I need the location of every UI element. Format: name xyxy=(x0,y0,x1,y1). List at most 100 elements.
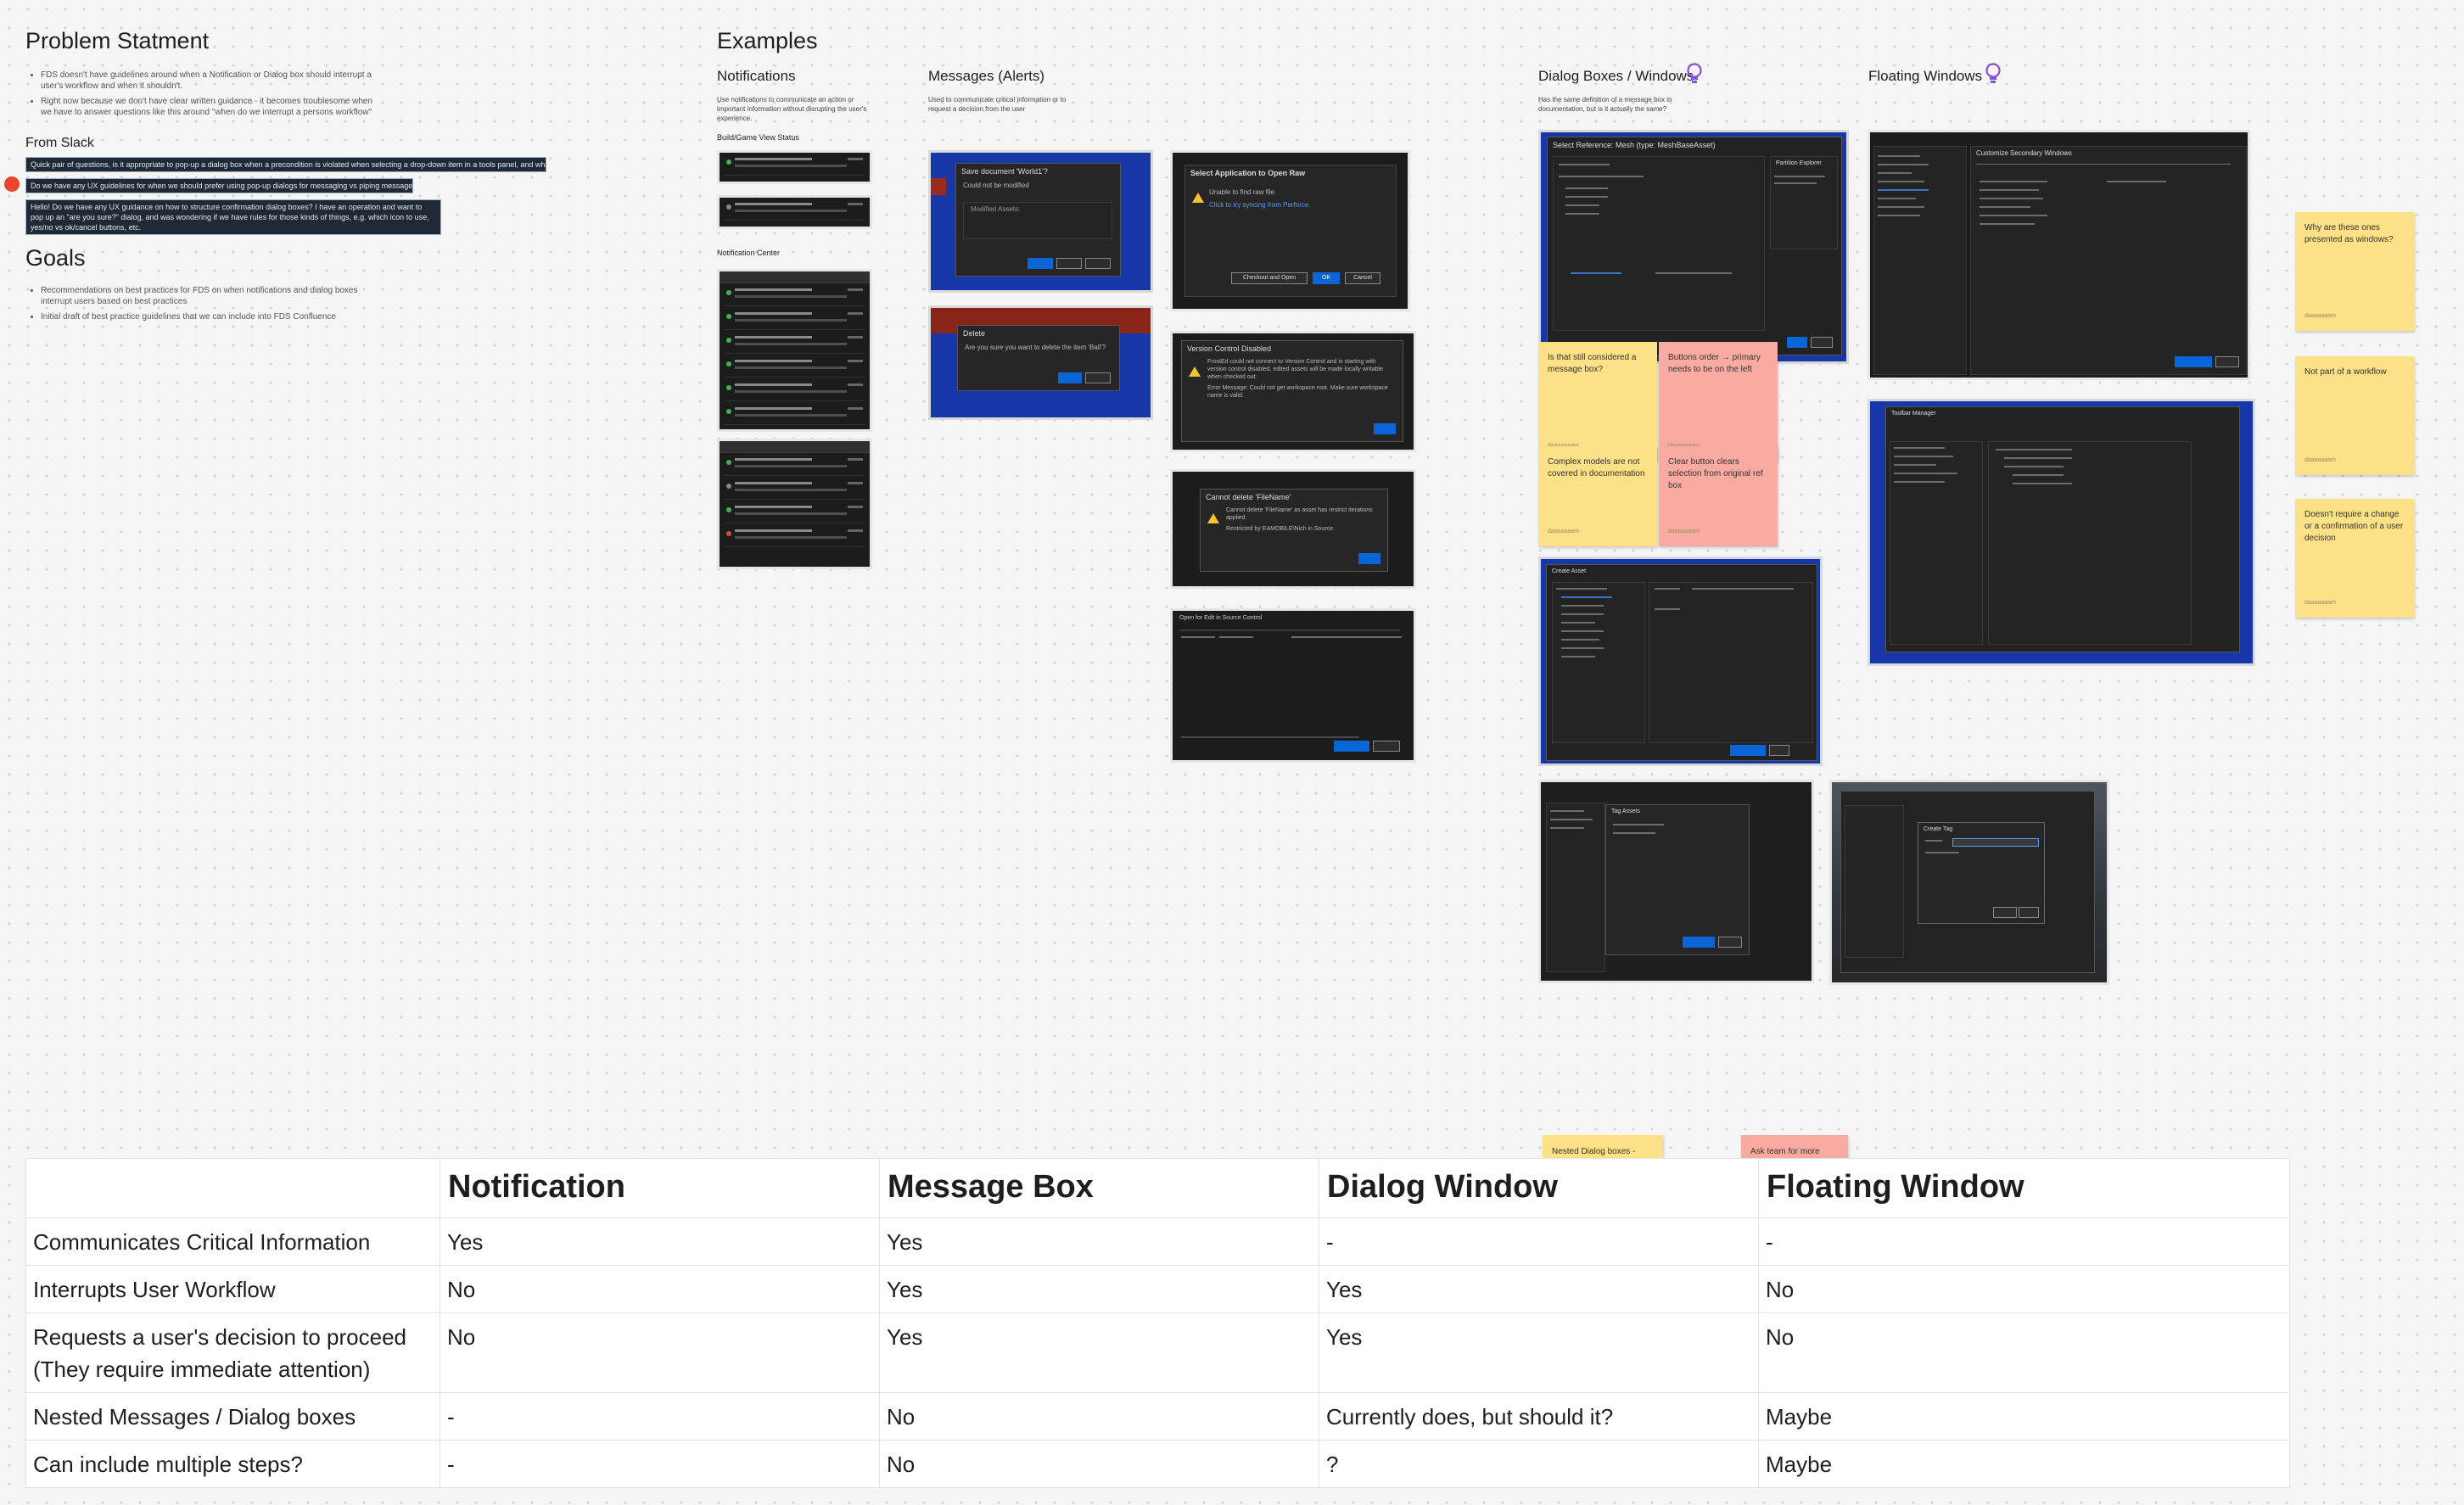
sticky-author: daaaaaaam xyxy=(2304,457,2336,463)
cancel-button[interactable] xyxy=(1769,745,1789,756)
tag-assets-screenshot: Tag Assets xyxy=(1538,780,1814,983)
dialog-title: Save document 'World1'? xyxy=(961,167,1048,176)
cancel-button[interactable] xyxy=(1085,372,1111,383)
ok-button[interactable] xyxy=(1358,553,1380,564)
slack-message[interactable]: Do we have any UX guidelines for when we… xyxy=(25,178,413,193)
dialog-error: Error Message: Could not get workspace r… xyxy=(1207,385,1388,399)
table-header: Notification xyxy=(440,1158,880,1218)
table-cell: Yes xyxy=(1319,1312,1759,1393)
create-tag-button[interactable] xyxy=(1993,907,2017,918)
dialog-title: Select Application to Open Raw xyxy=(1190,169,1306,177)
dialog-body: Are you sure you want to delete the item… xyxy=(965,344,1106,351)
floating-title: Floating Windows xyxy=(1868,68,1983,84)
build-status-screenshot xyxy=(717,150,872,184)
cancel-button[interactable] xyxy=(1085,258,1111,269)
lightbulb-icon xyxy=(1984,63,2002,85)
warning-icon xyxy=(1192,193,1204,203)
cancel-button[interactable] xyxy=(1718,937,1742,948)
cancel-button[interactable] xyxy=(1373,741,1400,752)
sync-perforce-link[interactable]: Click to try syncing from Perforce. xyxy=(1185,199,1396,211)
table-cell: - xyxy=(440,1440,880,1488)
window-title: Customize Secondary Windows xyxy=(1976,149,2072,157)
sticky-author: daaaaaaam xyxy=(1548,529,1579,534)
table-cell: Yes xyxy=(879,1265,1319,1313)
partition-explorer-label: Partition Explorer xyxy=(1776,160,1822,166)
sticky-note[interactable]: Not part of a workflow daaaaaaam xyxy=(2295,356,2414,475)
table-cell: Currently does, but should it? xyxy=(1319,1392,1759,1441)
table-cell: No xyxy=(440,1265,880,1313)
table-cell: Communicates Critical Information xyxy=(25,1217,440,1266)
table-cell: - xyxy=(440,1392,880,1441)
messages-desc: Used to communicate critical information… xyxy=(928,96,1067,113)
toolbar-manager-screenshot: Toolbar Manager xyxy=(1868,399,2255,666)
save-button[interactable] xyxy=(1028,258,1053,269)
ok-button[interactable] xyxy=(1787,337,1807,348)
sticky-text: Doesn't require a change or a confirmati… xyxy=(2304,510,2404,543)
sticky-note[interactable]: Complex models are not covered in docume… xyxy=(1538,446,1657,546)
sticky-note[interactable]: Why are these ones presented as windows?… xyxy=(2295,212,2414,331)
problem-bullet: FDS doesn't have guidelines around when … xyxy=(41,70,380,92)
table-header-row: Notification Message Box Dialog Window F… xyxy=(25,1158,2290,1218)
create-button[interactable] xyxy=(1730,745,1766,756)
notifications-title: Notifications xyxy=(717,68,796,84)
dialog-restricted: Restricted by EAMOBILE\Nich in Source. xyxy=(1226,526,1335,532)
problem-title: Problem Statment xyxy=(25,28,210,53)
ok-button[interactable]: OK xyxy=(1313,272,1340,284)
cancel-button[interactable]: Cancel xyxy=(1345,272,1380,284)
window-title: Toolbar Manager xyxy=(1891,411,1936,417)
problem-bullet: Right now because we don't have clear wr… xyxy=(41,96,380,118)
table-header: Dialog Window xyxy=(1319,1158,1759,1218)
discard-button[interactable] xyxy=(1056,258,1082,269)
sticky-text: Is that still considered a message box? xyxy=(1548,353,1637,374)
cancel-button[interactable] xyxy=(2019,907,2039,918)
checkout-open-button[interactable]: Checkout and Open xyxy=(1231,272,1308,284)
table-cell: - xyxy=(1319,1217,1759,1266)
table-header xyxy=(25,1158,440,1218)
dialog-title: Create Asset xyxy=(1552,568,1587,574)
goals-bullet: Recommendations on best practices for FD… xyxy=(41,285,363,307)
dialog-body: Cannot delete 'FileName' as asset has re… xyxy=(1226,507,1373,521)
dialog-title: Delete xyxy=(963,329,986,338)
table-cell: - xyxy=(1758,1217,2290,1266)
comment-pin-icon[interactable] xyxy=(4,176,20,192)
sticky-author: daaaaaaam xyxy=(1668,529,1700,534)
save-document-screenshot: Save document 'World1'? Could not be mod… xyxy=(928,150,1153,293)
dialog-title: Open for Edit in Source Control xyxy=(1179,615,1263,621)
comparison-table: Notification Message Box Dialog Window F… xyxy=(25,1158,2290,1488)
table-cell: Maybe xyxy=(1758,1392,2290,1441)
goals-title: Goals xyxy=(25,245,86,271)
table-row: Interrupts User Workflow No Yes Yes No xyxy=(25,1265,2290,1313)
ok-button[interactable] xyxy=(1374,423,1396,434)
examples-title: Examples xyxy=(717,28,818,53)
vc-disabled-screenshot: Version Control Disabled FrostEd could n… xyxy=(1170,331,1416,452)
create-tag-screenshot: Create Tag xyxy=(1829,780,2109,985)
tag-assets-button[interactable] xyxy=(1683,937,1715,948)
slack-message[interactable]: Hello! Do we have any UX guidance on how… xyxy=(25,199,441,235)
slack-title: From Slack xyxy=(25,136,94,150)
table-cell: No xyxy=(1758,1265,2290,1313)
notifications-desc: Use notifications to communicate an acti… xyxy=(717,96,867,122)
table-cell: Yes xyxy=(440,1217,880,1266)
slack-message[interactable]: Quick pair of questions, is it appropria… xyxy=(25,157,546,172)
cancel-button[interactable] xyxy=(2215,356,2239,367)
lightbulb-icon xyxy=(1685,63,1704,85)
cancel-button[interactable] xyxy=(1811,337,1833,348)
dialog-title: Select Reference: Mesh (type: MeshBaseAs… xyxy=(1553,141,1716,149)
dialogs-title: Dialog Boxes / Windows xyxy=(1538,68,1694,84)
table-header: Floating Window xyxy=(1758,1158,2290,1218)
sticky-text: Why are these ones presented as windows? xyxy=(2304,223,2394,244)
dialogs-desc: Has the same definition of a message box… xyxy=(1538,96,1672,113)
sticky-text: Clear button clears selection from origi… xyxy=(1668,457,1763,490)
sticky-note[interactable]: Is that still considered a message box?d… xyxy=(1538,342,1657,461)
dialog-body: FrostEd could not connect to Version Con… xyxy=(1207,359,1383,380)
open-for-edit-button[interactable] xyxy=(1334,741,1369,752)
table-cell: Can include multiple steps? xyxy=(25,1440,440,1488)
sticky-note[interactable]: Clear button clears selection from origi… xyxy=(1659,446,1778,546)
dialog-body: Unable to find raw file. xyxy=(1209,188,1277,196)
ok-button[interactable] xyxy=(1058,372,1082,383)
sticky-note[interactable]: Buttons order → primary needs to be on t… xyxy=(1659,342,1778,461)
table-cell: No xyxy=(879,1440,1319,1488)
apply-close-button[interactable] xyxy=(2175,356,2212,367)
customize-windows-screenshot: Customize Secondary Windows xyxy=(1868,130,2250,380)
sticky-note[interactable]: Doesn't require a change or a confirmati… xyxy=(2295,499,2414,618)
